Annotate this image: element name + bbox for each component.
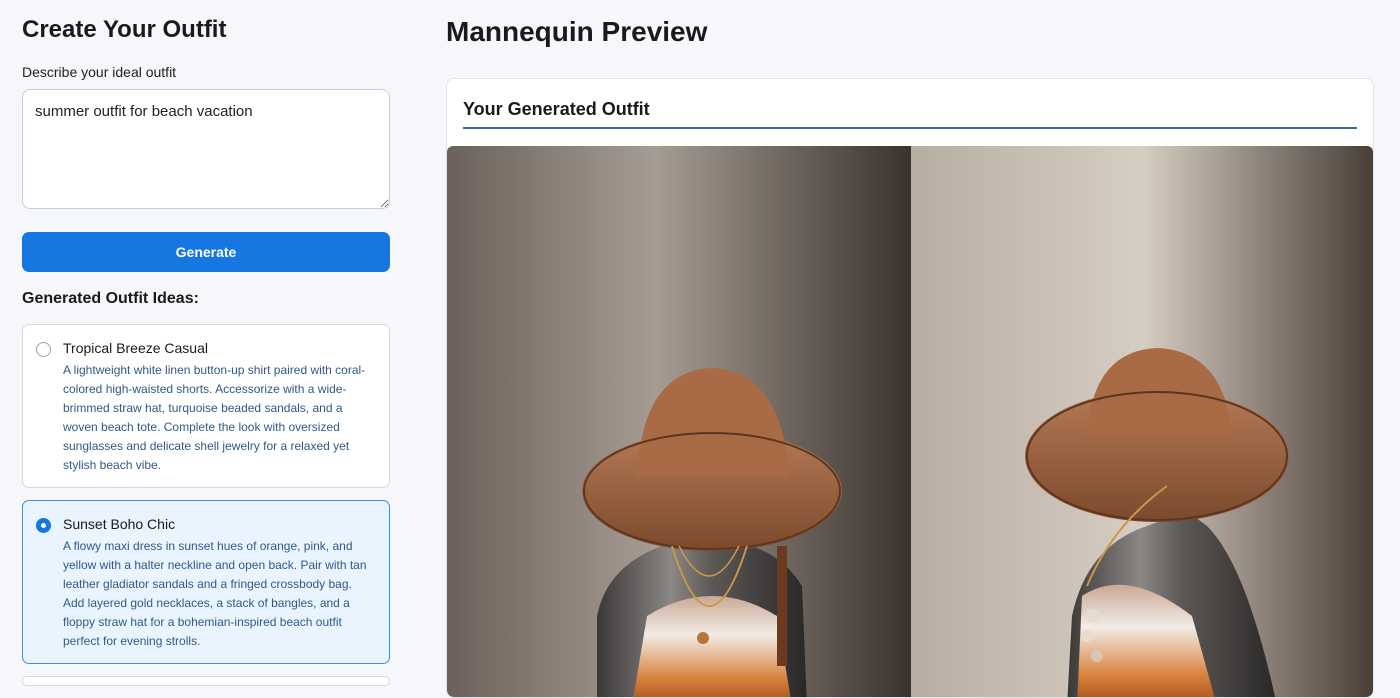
ideas-heading: Generated Outfit Ideas: (22, 290, 199, 307)
prompt-label: Describe your ideal outfit (22, 64, 177, 80)
idea-title: Tropical Breeze Casual (63, 340, 208, 356)
generate-button[interactable]: Generate (22, 232, 390, 272)
preview-card: Your Generated Outfit (446, 78, 1374, 698)
idea-title: Sunset Boho Chic (63, 516, 176, 532)
outfit-idea-card-selected[interactable]: Sunset Boho Chic A flowy maxi dress in s… (22, 500, 390, 664)
idea-description: A lightweight white linen button-up shir… (63, 363, 366, 472)
idea-description: A flowy maxi dress in sunset hues of ora… (63, 539, 367, 648)
outfit-description-input[interactable]: summer outfit for beach vacation (22, 89, 390, 209)
preview-title: Mannequin Preview (446, 16, 708, 47)
heading-divider (463, 127, 1357, 129)
radio-button[interactable] (36, 342, 51, 357)
radio-button-selected[interactable] (36, 518, 51, 533)
preview-card-heading: Your Generated Outfit (463, 99, 650, 119)
outfit-idea-card[interactable]: Tropical Breeze Casual A lightweight whi… (22, 324, 390, 488)
page-title: Create Your Outfit (22, 16, 227, 43)
mannequin-image (447, 146, 1373, 697)
outfit-idea-card-partial[interactable] (22, 676, 390, 686)
